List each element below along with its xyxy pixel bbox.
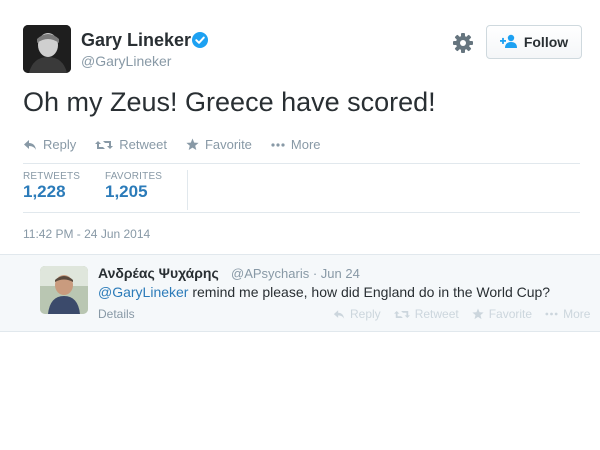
retweet-button[interactable]: Retweet: [95, 137, 167, 152]
retweets-stat[interactable]: RETWEETS 1,228: [23, 171, 80, 202]
star-icon: [186, 138, 199, 151]
reply-author-name[interactable]: Ανδρέας Ψυχάρης: [98, 265, 219, 281]
reply-details-link[interactable]: Details: [98, 307, 135, 321]
reply-author-avatar[interactable]: [40, 266, 88, 314]
reply-label: Reply: [43, 137, 77, 152]
reply-retweet-label: Retweet: [414, 307, 459, 321]
retweet-icon: [95, 139, 114, 151]
more-label: More: [290, 137, 321, 152]
author-name[interactable]: Gary Lineker: [81, 30, 191, 51]
retweet-label: Retweet: [119, 137, 167, 152]
reply-button[interactable]: Reply: [23, 137, 76, 152]
reply-reply-button[interactable]: Reply: [333, 307, 381, 321]
follow-button[interactable]: Follow: [486, 25, 582, 59]
favorites-count: 1,205: [105, 182, 148, 201]
reply-reply-label: Reply: [350, 307, 381, 321]
star-icon: [472, 308, 484, 320]
reply-retweet-button[interactable]: Retweet: [393, 307, 459, 321]
retweets-label: RETWEETS: [23, 171, 81, 182]
reply-more-label: More: [563, 307, 591, 321]
tweet-actions: Reply Retweet Favorite More: [23, 137, 340, 152]
divider: [23, 163, 580, 164]
reply-more-button[interactable]: More: [545, 307, 590, 321]
reply-author-handle[interactable]: @APsycharis: [231, 266, 309, 281]
tweet-text: Oh my Zeus! Greece have scored!: [23, 87, 436, 117]
reply-text: @GaryLineker remind me please, how did E…: [98, 284, 550, 300]
follow-label: Follow: [523, 34, 569, 50]
reply-icon: [23, 139, 37, 151]
reply-date[interactable]: · Jun 24: [313, 266, 360, 281]
stats-divider: [187, 170, 188, 210]
reply-favorite-label: Favorite: [488, 307, 533, 321]
divider: [23, 212, 580, 213]
favorites-stat[interactable]: FAVORITES 1,205: [105, 171, 162, 202]
more-dots-icon: [545, 312, 558, 316]
add-user-icon: [499, 34, 518, 51]
reply-mention-link[interactable]: @GaryLineker: [98, 284, 188, 300]
verified-badge-icon: [192, 32, 208, 48]
retweets-count: 1,228: [23, 182, 66, 201]
favorite-label: Favorite: [204, 137, 252, 152]
gear-icon[interactable]: [452, 32, 474, 54]
tweet-timestamp[interactable]: 11:42 PM - 24 Jun 2014: [23, 227, 150, 241]
favorite-button[interactable]: Favorite: [186, 137, 252, 152]
reply-body: remind me please, how did England do in …: [188, 284, 551, 300]
reply-meta: @APsycharis · Jun 24: [231, 266, 360, 281]
retweet-icon: [393, 309, 410, 320]
reply-favorite-button[interactable]: Favorite: [472, 307, 532, 321]
more-dots-icon: [271, 142, 285, 147]
more-button[interactable]: More: [271, 137, 321, 152]
reply-actions: Reply Retweet Favorite More: [333, 307, 600, 321]
author-avatar[interactable]: [23, 25, 71, 73]
author-handle[interactable]: @GaryLineker: [81, 53, 171, 69]
reply-icon: [333, 309, 345, 320]
favorites-label: FAVORITES: [105, 171, 163, 182]
